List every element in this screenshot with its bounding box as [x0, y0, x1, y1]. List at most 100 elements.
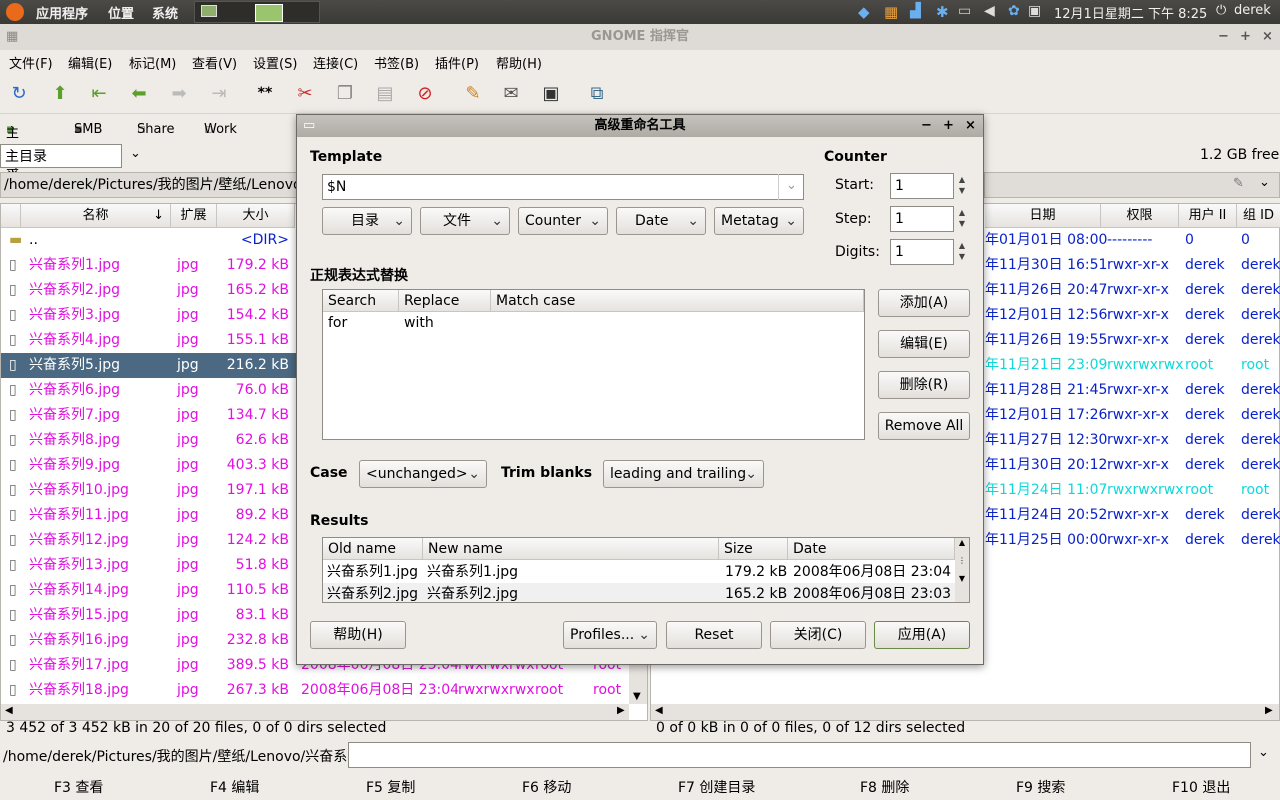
regex-list[interactable]: Search for Replace with Match case [322, 289, 865, 440]
f9-search-button[interactable]: F9 搜索 [1016, 777, 1065, 797]
chevron-down-icon[interactable]: ⌄ [778, 174, 804, 200]
chevron-down-icon[interactable]: ⌄ [1259, 175, 1270, 190]
col-name[interactable]: 名称 ↓ [21, 204, 171, 228]
col-perm[interactable]: 权限 [1101, 204, 1179, 228]
col-user[interactable]: 用户 II [1179, 204, 1237, 228]
f8-delete-button[interactable]: F8 删除 [860, 777, 909, 797]
table-row[interactable]: ▯ 兴奋系列18.jpg jpg 267.3 kB 2008年06月08日 23:04 r… [1, 678, 629, 703]
menu-bookmarks[interactable]: 书签(B) [374, 53, 419, 72]
col-replace-with[interactable]: Replace with [399, 290, 491, 331]
applications-menu[interactable]: 应用程序 [36, 3, 88, 22]
chevron-down-icon[interactable]: ⌄ [1258, 745, 1269, 760]
ubuntu-logo-icon[interactable] [6, 3, 24, 21]
filter-icon[interactable]: ** [252, 80, 278, 106]
menu-edit[interactable]: 编辑(E) [68, 53, 112, 72]
case-combo[interactable]: <unchanged> ⌄ [359, 460, 487, 488]
maximize-icon[interactable]: + [1240, 24, 1251, 50]
menu-connect[interactable]: 连接(C) [313, 53, 358, 72]
menu-plugins[interactable]: 插件(P) [435, 53, 479, 72]
email-icon[interactable]: ✉ [498, 80, 524, 106]
menu-view[interactable]: 查看(V) [192, 53, 237, 72]
network-icon[interactable]: ◆ [858, 3, 870, 21]
metatag-button[interactable]: Metatag ⌄ [714, 207, 804, 235]
back-icon[interactable]: ⬅ [126, 80, 152, 106]
col-ext[interactable]: 扩展 [171, 204, 217, 228]
close-button[interactable]: 关闭(C) [770, 621, 866, 649]
menu-help[interactable]: 帮助(H) [496, 53, 542, 72]
display-icon[interactable]: ▣ [1028, 3, 1041, 19]
cmdline-input[interactable] [348, 742, 1251, 768]
col-search-for[interactable]: Search for [323, 290, 399, 331]
menu-settings[interactable]: 设置(S) [253, 53, 297, 72]
pin-icon[interactable]: ✎ [1233, 176, 1244, 191]
edit-icon[interactable]: ✎ [460, 80, 486, 106]
counter-button[interactable]: Counter ⌄ [518, 207, 608, 235]
col-group[interactable]: 组 ID [1237, 204, 1280, 228]
f4-edit-button[interactable]: F4 编辑 [210, 777, 259, 797]
col-date[interactable]: 日期 [985, 204, 1101, 228]
apply-button[interactable]: 应用(A) [874, 621, 970, 649]
stop-icon[interactable]: ⊘ [412, 80, 438, 106]
step-spin[interactable]: 1 ▲ ▼ [890, 206, 965, 232]
paste-icon[interactable]: ▤ [372, 80, 398, 106]
right-path[interactable]: ✎ ⌄ [984, 172, 1280, 198]
minimize-icon[interactable]: − [1218, 24, 1229, 50]
edit-rule-button[interactable]: 编辑(E) [878, 330, 970, 358]
volume-icon[interactable]: ◀ [984, 3, 995, 19]
results-row[interactable]: 兴奋系列2.jpg 兴奋系列2.jpg 165.2 kB 2008年06月08日 23… [323, 583, 955, 602]
results-scrollbar[interactable]: ▲ ⋮ ▼ [955, 538, 969, 602]
dialog-close-icon[interactable]: × [965, 115, 976, 137]
forward-icon[interactable]: ➡ [166, 80, 192, 106]
first-icon[interactable]: ⇤ [86, 80, 112, 106]
f7-mkdir-button[interactable]: F7 创建目录 [678, 777, 755, 797]
trim-combo[interactable]: leading and trailing ⌄ [603, 460, 764, 488]
system-menu[interactable]: 系统 [152, 3, 178, 22]
date-button[interactable]: Date ⌄ [616, 207, 706, 235]
updates-icon[interactable]: ▦ [884, 3, 898, 21]
right-hscrollbar[interactable]: ◀ ▶ [651, 704, 1279, 720]
col-match-case[interactable]: Match case [491, 290, 864, 312]
menu-file[interactable]: 文件(F) [9, 53, 53, 72]
copy-icon[interactable]: ❐ [332, 80, 358, 106]
f6-move-button[interactable]: F6 移动 [522, 777, 571, 797]
wired-network-icon[interactable]: ▭ [958, 3, 971, 19]
signal-icon[interactable]: ▟ [910, 3, 921, 19]
f5-copy-button[interactable]: F5 复制 [366, 777, 415, 797]
dialog-menu-icon[interactable]: ▭ [303, 115, 315, 137]
template-input[interactable]: $N [322, 174, 804, 200]
start-spin[interactable]: 1 ▲ ▼ [890, 173, 965, 199]
refresh-icon[interactable]: ↻ [6, 80, 32, 106]
col-new-name[interactable]: New name [423, 538, 719, 560]
menu-mark[interactable]: 标记(M) [129, 53, 176, 72]
results-row[interactable]: 兴奋系列1.jpg 兴奋系列1.jpg 179.2 kB 2008年06月08日 23… [323, 561, 955, 583]
help-button[interactable]: 帮助(H) [310, 621, 406, 649]
terminal-icon[interactable]: ▣ [538, 80, 564, 106]
results-list[interactable]: Old name New name Size Date 兴奋系列1.jpg 兴奋系… [322, 537, 970, 603]
close-icon[interactable]: × [1262, 24, 1273, 50]
f3-view-button[interactable]: F3 查看 [54, 777, 103, 797]
remove-all-button[interactable]: Remove All [878, 412, 970, 440]
bluetooth-icon[interactable]: ✱ [936, 3, 949, 21]
col-size[interactable]: Size [719, 538, 788, 560]
dialog-maximize-icon[interactable]: + [943, 115, 954, 137]
tray-icon[interactable]: ✿ [1008, 3, 1020, 19]
f10-quit-button[interactable]: F10 退出 [1172, 777, 1230, 797]
delete-rule-button[interactable]: 删除(R) [878, 371, 970, 399]
places-menu[interactable]: 位置 [108, 3, 134, 22]
workspace-switcher[interactable] [194, 1, 320, 23]
left-hscrollbar[interactable]: ◀ ▶ [1, 704, 629, 720]
add-rule-button[interactable]: 添加(A) [878, 289, 970, 317]
window-menu-icon[interactable]: ▦ [6, 24, 18, 50]
last-icon[interactable]: ⇥ [206, 80, 232, 106]
col-old-name[interactable]: Old name [323, 538, 423, 560]
col-date[interactable]: Date [788, 538, 955, 560]
digits-spin[interactable]: 1 ▲ ▼ [890, 239, 965, 265]
cut-icon[interactable]: ✂ [292, 80, 318, 106]
left-location-combo[interactable]: 主目录 [0, 144, 122, 168]
network-connect-icon[interactable]: ⧉ [584, 80, 610, 106]
dialog-minimize-icon[interactable]: − [921, 115, 932, 137]
left-path[interactable]: /home/derek/Pictures/我的图片/壁纸/Lenovo [0, 172, 298, 198]
up-icon[interactable]: ⬆ [47, 80, 73, 106]
user-menu[interactable]: derek [1234, 3, 1271, 18]
directory-button[interactable]: 目录 ⌄ [322, 207, 412, 235]
